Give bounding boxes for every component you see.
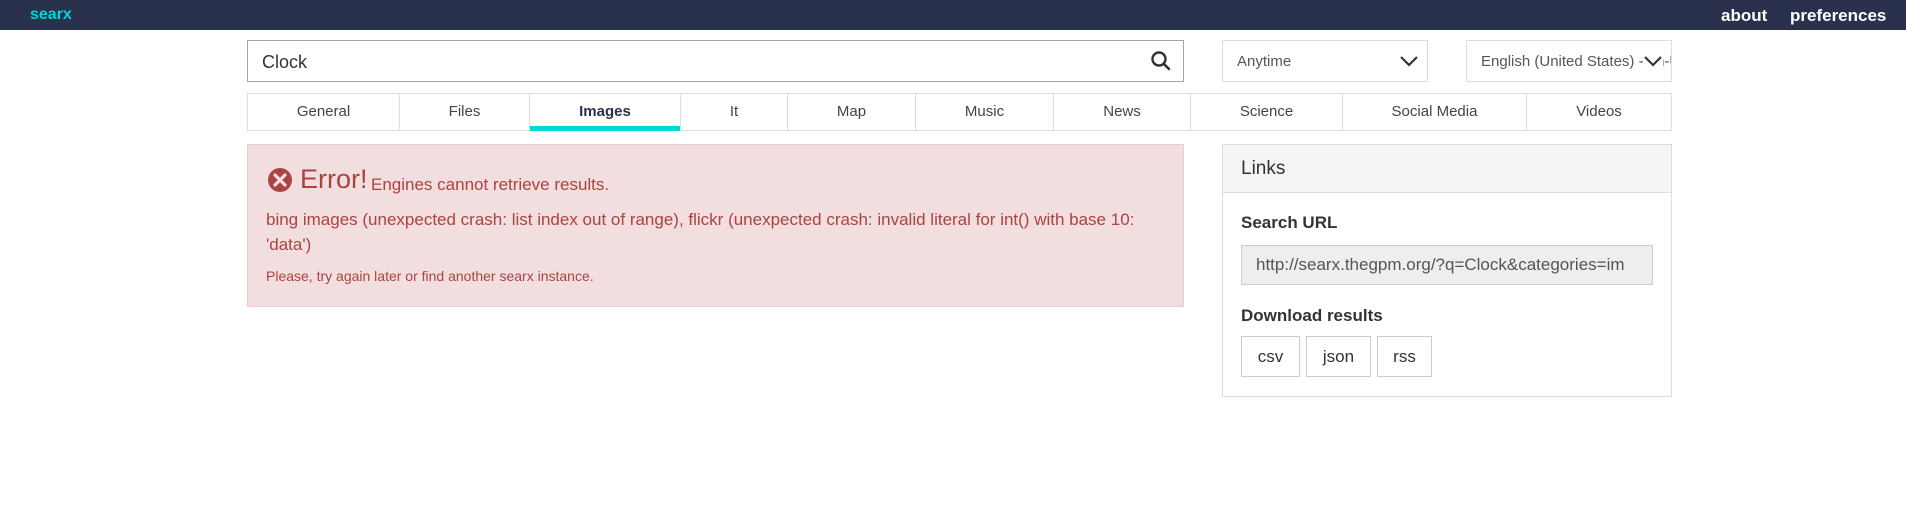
time-range-value: Anytime bbox=[1237, 53, 1292, 70]
links-panel-header: Links bbox=[1223, 145, 1671, 193]
error-title: Error! bbox=[300, 164, 368, 194]
top-navbar: searx about preferences bbox=[0, 0, 1906, 30]
search-box bbox=[247, 40, 1184, 82]
chevron-down-icon bbox=[1399, 54, 1419, 68]
language-select[interactable]: English (United States) - en-US bbox=[1466, 40, 1672, 82]
time-range-select[interactable]: Anytime bbox=[1222, 40, 1428, 82]
tab-music[interactable]: Music bbox=[916, 94, 1054, 130]
search-icon[interactable] bbox=[1149, 49, 1173, 73]
links-panel-title: Links bbox=[1241, 158, 1286, 179]
download-rss-button[interactable]: rss bbox=[1377, 336, 1432, 377]
error-circle-icon bbox=[267, 167, 293, 193]
tab-videos[interactable]: Videos bbox=[1527, 94, 1671, 130]
error-hint: Please, try again later or find another … bbox=[266, 268, 594, 284]
tab-news[interactable]: News bbox=[1054, 94, 1191, 130]
tab-social-media[interactable]: Social Media bbox=[1343, 94, 1527, 130]
download-json-button[interactable]: json bbox=[1306, 336, 1371, 377]
preferences-link[interactable]: preferences bbox=[1790, 6, 1886, 26]
tab-it[interactable]: It bbox=[681, 94, 788, 130]
tab-files[interactable]: Files bbox=[400, 94, 530, 130]
error-alert: Error! Engines cannot retrieve results. … bbox=[247, 144, 1184, 307]
chevron-down-icon bbox=[1643, 54, 1663, 68]
tab-general[interactable]: General bbox=[248, 94, 400, 130]
search-url-field[interactable] bbox=[1241, 245, 1653, 285]
about-link[interactable]: about bbox=[1721, 6, 1767, 26]
download-results-label: Download results bbox=[1241, 306, 1383, 325]
tab-map[interactable]: Map bbox=[788, 94, 916, 130]
search-url-label: Search URL bbox=[1241, 213, 1338, 232]
download-csv-button[interactable]: csv bbox=[1241, 336, 1300, 377]
links-panel: Links Search URL Download results csv js… bbox=[1222, 144, 1672, 397]
tab-science[interactable]: Science bbox=[1191, 94, 1343, 130]
category-tabs: General Files Images It Map Music News S… bbox=[247, 93, 1672, 131]
error-subtitle: Engines cannot retrieve results. bbox=[371, 175, 610, 194]
brand-link[interactable]: searx bbox=[30, 6, 72, 24]
search-input[interactable] bbox=[262, 50, 1122, 74]
tab-images[interactable]: Images bbox=[530, 94, 681, 131]
error-detail: bing images (unexpected crash: list inde… bbox=[266, 210, 1135, 254]
